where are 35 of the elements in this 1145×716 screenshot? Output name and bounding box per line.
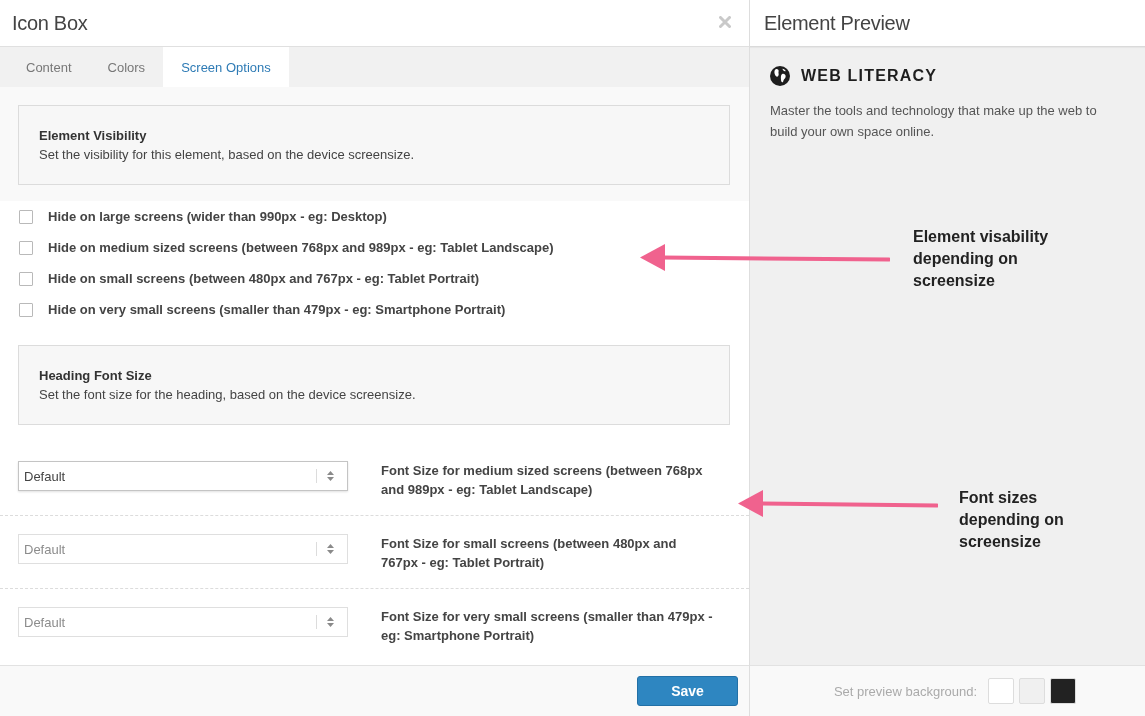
color-swatch[interactable] [1050, 678, 1076, 704]
tab[interactable]: Content [8, 47, 90, 87]
save-button[interactable]: Save [637, 676, 738, 706]
preview-text: Master the tools and technology that make up the web to build your own space online. [770, 102, 1098, 141]
checkbox[interactable] [19, 240, 33, 255]
panel-heading: Heading Font Size [39, 367, 153, 385]
checkbox[interactable] [19, 271, 33, 286]
option-label: Hide on small screens (between 480px and 767px - eg: Tablet Portrait) [48, 271, 480, 286]
annotation-text: Font sizes depending on screensize [959, 488, 1065, 552]
preview-heading: WEB LITERACY [801, 67, 938, 85]
panel-description: Set the visibility for this element, based on the device screensize. [39, 146, 416, 164]
checkbox[interactable] [19, 209, 33, 224]
updown-caret-icon [327, 471, 334, 481]
color-swatch[interactable] [988, 678, 1014, 704]
background-label: Set preview background: [833, 683, 977, 699]
checkbox[interactable] [19, 302, 33, 317]
field-label: Font Size for medium sized screens (between 768px and 989px - eg: Tablet Landscape) [381, 462, 704, 499]
option-label: Hide on large screens (wider than 990px - eg: Desktop) [48, 209, 387, 224]
tab[interactable]: Colors [89, 47, 164, 87]
updown-caret-icon [327, 544, 334, 554]
font-size-select[interactable]: Default [18, 461, 348, 491]
updown-caret-icon [327, 617, 334, 627]
tab[interactable]: Screen Options [163, 47, 289, 87]
field-label: Font Size for small screens (between 480px and 767px - eg: Tablet Portrait) [381, 535, 678, 572]
close-icon[interactable] [719, 16, 731, 28]
panel-description: Set the font size for the heading, based on the device screensize. [39, 386, 417, 404]
preview-title: Element Preview [764, 11, 910, 35]
field-label: Font Size for very small screens (smaller than 479px - eg: Smartphone Portrait) [381, 608, 714, 645]
option-label: Hide on very small screens (smaller than 479px - eg: Smartphone Portrait) [48, 302, 506, 317]
panel-heading: Element Visibility [39, 127, 148, 145]
color-swatch[interactable] [1019, 678, 1045, 704]
annotation-text: Element visability depending on screensize [913, 227, 1050, 291]
globe-icon [770, 66, 790, 86]
window-title: Icon Box [12, 11, 88, 35]
option-label: Hide on medium sized screens (between 768px and 989px - eg: Tablet Landscape) [48, 240, 554, 255]
